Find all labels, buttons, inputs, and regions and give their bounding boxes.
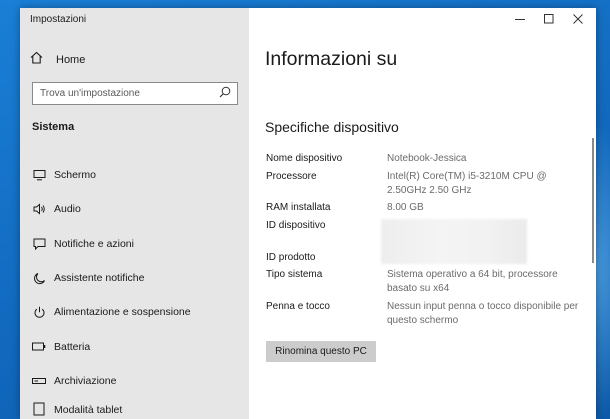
main-content: Informazioni su Specifiche dispositivo N… (249, 8, 596, 419)
spec-label: ID prodotto (266, 252, 316, 263)
sidebar-nav: Schermo Audio Notifiche e azioni Assiste… (20, 158, 249, 416)
spec-value: 8.00 GB (387, 202, 424, 213)
search-icon[interactable] (219, 85, 231, 103)
close-icon (572, 11, 583, 29)
sidebar-item-audio[interactable]: Audio (20, 192, 249, 226)
sidebar-section-title: Sistema (32, 121, 75, 133)
tablet-icon (32, 402, 46, 416)
sidebar-item-alimentazione[interactable]: Alimentazione e sospensione (20, 295, 249, 329)
sidebar-item-label: Archiviazione (54, 374, 117, 387)
home-nav-item[interactable]: Home (30, 50, 230, 70)
window-controls (505, 10, 592, 30)
minimize-button[interactable] (505, 10, 534, 30)
maximize-icon (543, 11, 554, 29)
storage-icon (32, 374, 46, 388)
sidebar-item-batteria[interactable]: Batteria (20, 329, 249, 363)
section-heading: Specifiche dispositivo (265, 119, 399, 135)
sidebar-item-tablet[interactable]: Modalità tablet (20, 398, 249, 416)
search-input[interactable] (40, 88, 210, 99)
notification-icon (32, 237, 46, 251)
speaker-icon (32, 202, 46, 216)
sidebar-item-label: Alimentazione e sospensione (54, 306, 191, 319)
power-icon (32, 305, 46, 319)
sidebar: Impostazioni Home Sistema Schermo (20, 8, 249, 419)
settings-window: Impostazioni Home Sistema Schermo (20, 8, 596, 419)
minimize-icon (514, 11, 525, 29)
spec-label: Processore (266, 171, 317, 182)
scrollbar[interactable] (592, 138, 594, 263)
sidebar-item-label: Batteria (54, 340, 91, 353)
spec-value: Notebook-Jessica (387, 153, 467, 164)
spec-label: ID dispositivo (266, 220, 326, 231)
sidebar-item-label: Audio (54, 203, 81, 216)
close-button[interactable] (563, 10, 592, 30)
sidebar-item-archiviazione[interactable]: Archiviazione (20, 364, 249, 398)
monitor-icon (32, 168, 46, 182)
spec-value: Nessun input penna o tocco disponibile p… (387, 301, 579, 326)
sidebar-item-label: Schermo (54, 169, 97, 182)
page-title: Informazioni su (265, 48, 398, 70)
redacted-ids (381, 219, 527, 264)
sidebar-item-assistente[interactable]: Assistente notifiche (20, 261, 249, 295)
sidebar-item-schermo[interactable]: Schermo (20, 158, 249, 192)
search-box[interactable] (32, 82, 238, 105)
sidebar-item-label: Notifiche e azioni (54, 237, 134, 250)
spec-value: Intel(R) Core(TM) i5-3210M CPU @ 2.50GHz… (387, 171, 547, 196)
sidebar-item-label: Assistente notifiche (54, 272, 145, 285)
spec-label: Tipo sistema (266, 269, 323, 280)
spec-label: Nome dispositivo (266, 153, 343, 164)
spec-label: Penna e tocco (266, 301, 330, 312)
home-icon (30, 51, 43, 69)
moon-icon (32, 271, 46, 285)
sidebar-item-notifiche[interactable]: Notifiche e azioni (20, 227, 249, 261)
battery-icon (32, 340, 46, 354)
spec-value: Sistema operativo a 64 bit, processore b… (387, 269, 558, 294)
sidebar-item-label: Modalità tablet (54, 404, 123, 417)
maximize-button[interactable] (534, 10, 563, 30)
window-title: Impostazioni (30, 14, 87, 25)
home-label: Home (56, 54, 86, 66)
spec-label: RAM installata (266, 202, 331, 213)
rename-pc-button[interactable]: Rinomina questo PC (266, 341, 376, 362)
